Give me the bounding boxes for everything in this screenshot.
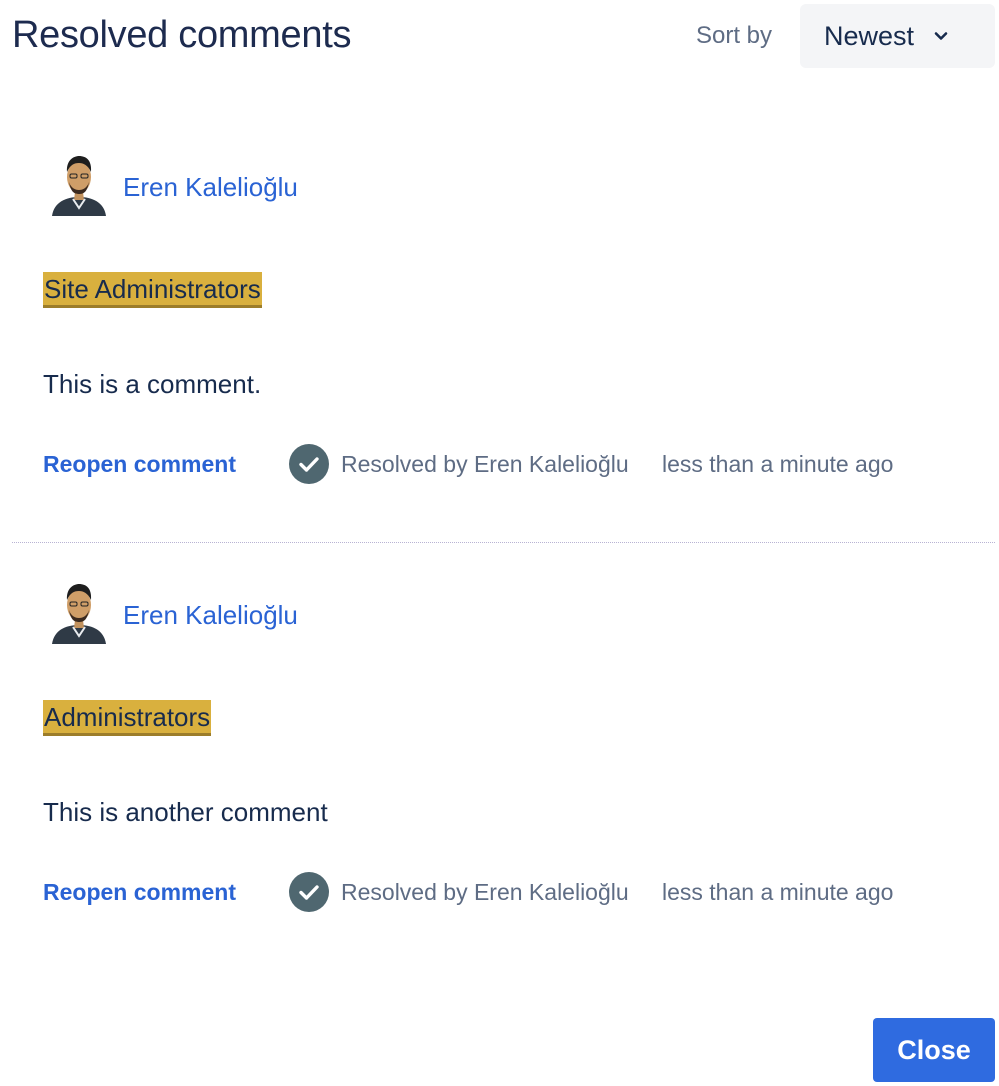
close-button[interactable]: Close	[873, 1018, 995, 1082]
avatar	[52, 584, 106, 644]
resolved-timestamp: less than a minute ago	[662, 879, 894, 905]
reopen-comment-link[interactable]: Reopen comment	[43, 451, 236, 478]
dialog-title: Resolved comments	[12, 14, 352, 56]
resolved-by-text: Resolved by Eren Kalelioğlu	[341, 879, 629, 905]
sort-value: Newest	[824, 20, 915, 51]
sort-label: Sort by	[696, 22, 773, 49]
comment-author-link[interactable]: Eren Kalelioğlu	[123, 600, 298, 631]
reopen-comment-link[interactable]: Reopen comment	[43, 879, 236, 906]
resolved-by-text: Resolved by Eren Kalelioğlu	[341, 451, 629, 477]
comment-divider	[12, 542, 995, 543]
highlighted-text: Administrators	[43, 700, 212, 736]
resolved-comments-dialog: Resolved comments Sort by Newest Eren Ka…	[0, 0, 999, 1086]
comment-body: This is a comment.	[43, 369, 262, 399]
check-circle-icon	[289, 444, 329, 484]
comment-author-link[interactable]: Eren Kalelioğlu	[123, 172, 298, 203]
check-circle-icon	[289, 872, 329, 912]
avatar	[52, 156, 106, 216]
highlighted-text: Site Administrators	[43, 272, 262, 308]
chevron-down-icon	[934, 32, 948, 40]
comment-body: This is another comment	[43, 797, 328, 827]
resolved-timestamp: less than a minute ago	[662, 451, 894, 477]
sort-dropdown[interactable]: Newest	[800, 4, 995, 68]
